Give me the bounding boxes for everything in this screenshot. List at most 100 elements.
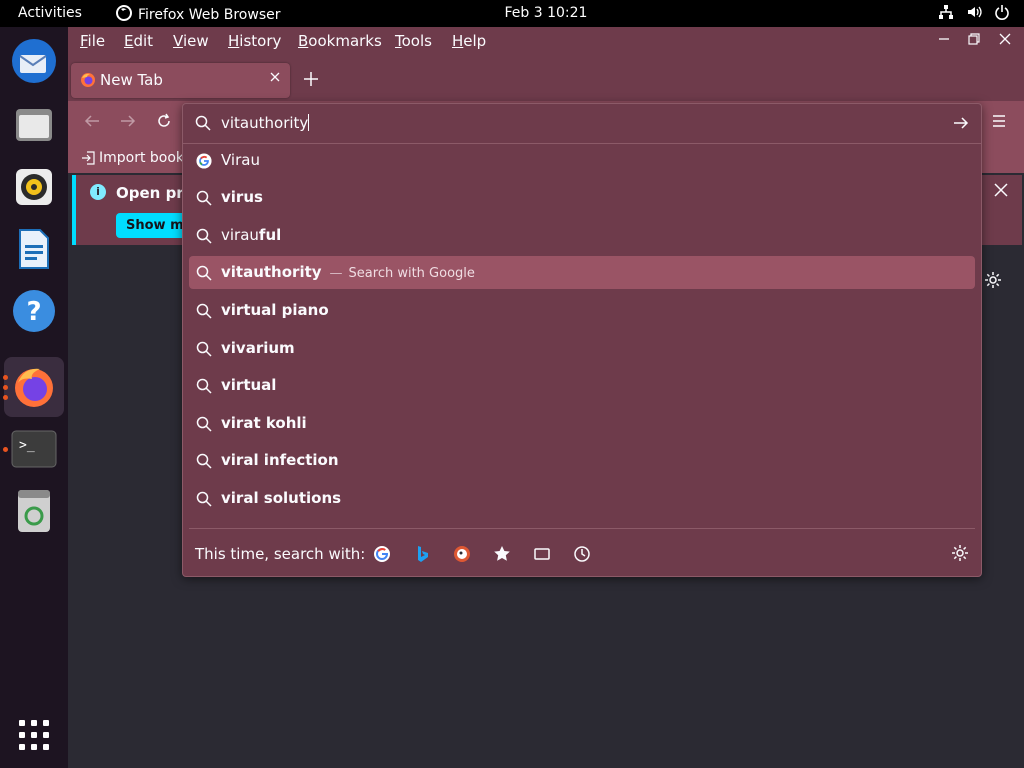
suggestion-text: Virau [221, 151, 260, 169]
suggestion-row[interactable]: virauful [189, 219, 975, 252]
tab-title: New Tab [100, 71, 163, 89]
tab-new-tab[interactable]: New Tab [71, 63, 290, 98]
svg-text:?: ? [26, 297, 41, 327]
search-icon [195, 340, 212, 357]
libreoffice-writer-icon[interactable] [4, 219, 64, 279]
terminal-icon[interactable]: >_ [4, 419, 64, 479]
volume-icon [966, 4, 982, 24]
close-icon [270, 72, 280, 82]
engine-history-button[interactable] [572, 544, 592, 564]
engine-duckduckgo-button[interactable] [452, 544, 472, 564]
menu-edit[interactable]: Edit [124, 32, 153, 50]
search-icon [195, 415, 212, 432]
google-icon [374, 546, 390, 562]
app-menu-button[interactable] [991, 113, 1007, 134]
menu-history[interactable]: History [228, 32, 281, 50]
suggestion-row[interactable]: virtual piano [189, 294, 975, 327]
search-icon [195, 302, 212, 319]
menu-tools[interactable]: Tools [395, 32, 432, 50]
suggestion-text: viral solutions [221, 489, 342, 507]
engine-google-button[interactable] [372, 544, 392, 564]
new-tab-button[interactable] [304, 67, 318, 91]
rhythmbox-icon[interactable] [4, 157, 64, 217]
notification-close-button[interactable] [994, 181, 1008, 202]
urlbar[interactable]: vitauthority [183, 104, 981, 144]
search-icon [195, 490, 212, 507]
suggestion-row[interactable]: virtual [189, 369, 975, 402]
restore-button[interactable] [968, 33, 980, 49]
bookmarks-star-icon [494, 546, 510, 561]
minimize-button[interactable] [938, 33, 950, 49]
engine-bookmarks-button[interactable] [492, 544, 512, 564]
engine-bing-button[interactable] [412, 544, 432, 564]
search-icon [195, 227, 212, 244]
menu-file[interactable]: File [80, 32, 105, 50]
tab-strip: New Tab [68, 57, 1024, 101]
menu-bookmarks[interactable]: Bookmarks [298, 32, 382, 50]
svg-text:>_: >_ [19, 438, 35, 453]
tab-close-button[interactable] [270, 70, 280, 86]
gnome-top-bar: Activities Firefox Web Browser Feb 3 10:… [0, 0, 1024, 27]
firefox-tab-icon [80, 72, 96, 92]
running-indicator [3, 385, 8, 390]
menu-bar: File Edit View History Bookmarks Tools H… [68, 27, 1024, 57]
firefox-dock-icon[interactable] [4, 357, 64, 417]
reload-button[interactable] [156, 113, 172, 134]
suggestion-text: virus [221, 188, 263, 206]
search-icon [195, 189, 212, 206]
engine-tabs-button[interactable] [532, 544, 552, 564]
close-window-button[interactable] [999, 33, 1011, 49]
dock: ? >_ [0, 27, 68, 768]
gear-icon [952, 545, 968, 561]
trash-icon[interactable] [4, 481, 64, 541]
suggestion-row[interactable]: viral infection [189, 444, 975, 477]
suggestion-row[interactable]: virus [189, 181, 975, 214]
suggestion-text: virauful [221, 226, 282, 244]
restore-icon [968, 33, 980, 45]
search-settings-button[interactable] [951, 544, 969, 566]
urlbar-panel: vitauthority Virau virus virauful vitauthor… [182, 103, 982, 577]
suggestion-row[interactable]: vitauthority — Search with Google [189, 256, 975, 289]
suggestion-row[interactable]: Virau [189, 144, 975, 177]
one-off-label: This time, search with: [195, 545, 366, 563]
arrow-right-icon [954, 117, 969, 129]
import-bookmarks-button[interactable]: Import book [81, 150, 184, 166]
forward-button[interactable] [120, 113, 136, 134]
reload-icon [158, 113, 170, 127]
go-button[interactable] [953, 115, 969, 135]
back-button[interactable] [84, 113, 100, 134]
urlbar-input[interactable]: vitauthority [221, 114, 310, 132]
thunderbird-icon[interactable] [4, 31, 64, 91]
gear-icon [985, 272, 1001, 288]
suggestion-text: virtual piano [221, 301, 329, 319]
duckduckgo-icon [454, 546, 470, 562]
system-tray[interactable] [938, 4, 1010, 24]
hamburger-icon [993, 115, 1005, 127]
menu-view[interactable]: View [173, 32, 209, 50]
forward-arrow-icon [121, 115, 136, 127]
running-indicator [3, 395, 8, 400]
suggestion-separator: — [329, 266, 343, 281]
clock[interactable]: Feb 3 10:21 [0, 5, 1024, 21]
suggestion-row[interactable]: viral solutions [189, 482, 975, 515]
suggestion-row[interactable]: vivarium [189, 332, 975, 365]
minimize-icon [939, 38, 949, 40]
files-icon[interactable] [4, 95, 64, 155]
tabs-icon [534, 548, 550, 560]
text-caret [308, 114, 310, 131]
menu-help[interactable]: Help [452, 32, 486, 50]
suggestion-row[interactable]: virat kohli [189, 407, 975, 440]
search-icon [195, 452, 212, 469]
close-icon [999, 33, 1011, 45]
suggestion-text: virat kohli [221, 414, 307, 432]
show-apps-icon[interactable] [4, 705, 64, 765]
info-icon: i [90, 184, 106, 200]
bing-icon [418, 546, 428, 562]
running-indicator [3, 447, 8, 452]
help-icon[interactable]: ? [4, 281, 64, 341]
import-bookmarks-label: Import book [99, 150, 185, 166]
customize-newtab-button[interactable] [984, 271, 1002, 294]
search-icon [195, 115, 211, 135]
search-icon [195, 377, 212, 394]
back-arrow-icon [84, 115, 99, 127]
